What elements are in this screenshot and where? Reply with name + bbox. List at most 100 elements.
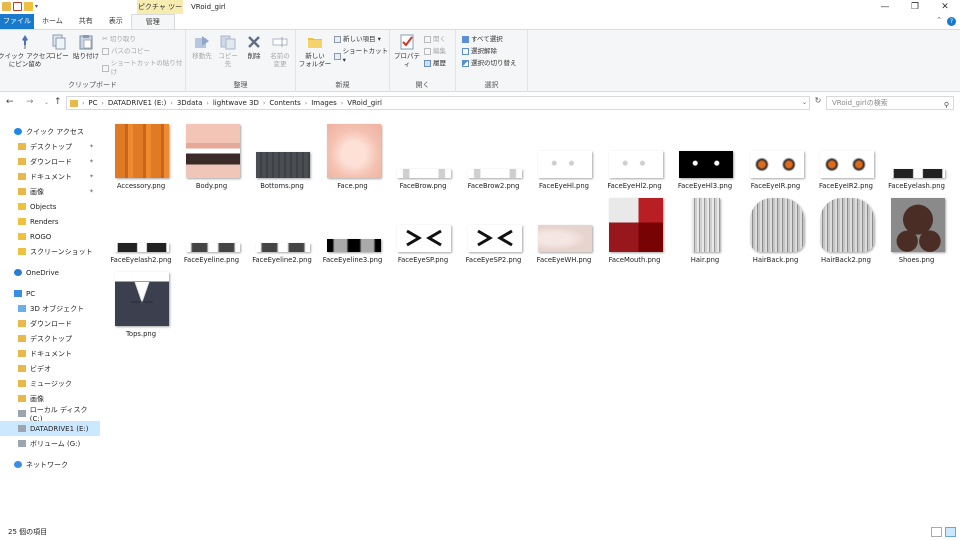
nav-item[interactable]: ボリューム (G:) [0,436,100,451]
copy-path-button[interactable]: パスのコピー [102,47,150,56]
search-input[interactable]: VRoid_girlの検索 [832,99,888,107]
chevron-right-icon[interactable]: › [341,100,343,107]
nav-item[interactable]: ミュージック [0,376,100,391]
breadcrumb-lightwave[interactable]: lightwave 3D [213,99,259,107]
search-icon[interactable]: ⚲ [944,99,949,111]
close-button[interactable]: ✕ [930,0,960,14]
breadcrumb-contents[interactable]: Contents [269,99,301,107]
breadcrumb-vroid-girl[interactable]: VRoid_girl [347,99,382,107]
nav-item[interactable]: 3D オブジェクト [0,301,100,316]
chevron-down-icon[interactable]: ▾ [35,3,38,10]
new-folder-button[interactable]: 新しい フォルダー [299,34,331,68]
pin-icon[interactable]: ✦ [89,173,94,180]
help-icon[interactable]: ? [947,17,956,26]
file-item[interactable]: Accessory.png [106,116,176,190]
new-item-button[interactable]: 新しい項目 ▾ [334,35,381,44]
tab-share[interactable]: 共有 [71,14,101,29]
pin-icon[interactable]: ✦ [89,158,94,165]
nav-item[interactable]: ROGO [0,229,100,244]
nav-item[interactable]: ダウンロード [0,316,100,331]
edit-button[interactable]: 編集 [424,47,446,56]
file-item[interactable]: HairBack.png [741,190,811,264]
chevron-right-icon[interactable]: › [102,100,104,107]
nav-item[interactable]: ローカル ディスク (C:) [0,406,100,423]
tab-view[interactable]: 表示 [101,14,131,29]
chevron-up-icon[interactable]: ⌃ [936,16,942,24]
chevron-down-icon[interactable]: ⌄ [802,99,807,106]
file-item[interactable]: FaceEyeline.png [177,190,247,264]
search-box[interactable]: VRoid_girlの検索 ⚲ [826,96,954,110]
file-item[interactable]: FaceEyelash2.png [106,190,176,264]
tab-home[interactable]: ホーム [34,14,71,29]
file-item[interactable]: FaceBrow2.png [459,116,529,190]
chevron-right-icon[interactable]: › [263,100,265,107]
breadcrumb-3ddata[interactable]: 3Ddata [177,99,203,107]
picture-tools-context-tab[interactable]: ピクチャ ツール [137,0,183,25]
file-item[interactable]: FaceBrow.png [388,116,458,190]
file-item[interactable]: FaceEyelash.png [882,116,952,190]
nav-item[interactable]: Renders [0,214,100,229]
breadcrumb-pc[interactable]: PC [88,99,97,107]
nav-item[interactable]: クイック アクセス [0,124,100,139]
file-item[interactable]: Face.png [318,116,388,190]
file-item[interactable]: FaceEyeWH.png [529,190,599,264]
breadcrumb-datadrive[interactable]: DATADRIVE1 (E:) [108,99,167,107]
large-icons-view-icon[interactable] [945,527,956,537]
minimize-button[interactable]: — [870,0,900,14]
chevron-right-icon[interactable]: › [170,100,172,107]
copy-button[interactable]: コピー [48,34,70,60]
nav-item[interactable]: ドキュメント [0,346,100,361]
address-bar[interactable]: › PC › DATADRIVE1 (E:) › 3Ddata › lightw… [66,96,810,110]
file-item[interactable]: FaceEyeIR2.png [811,116,881,190]
file-item[interactable]: FaceEyeHl3.png [670,116,740,190]
refresh-icon[interactable]: ↻ [812,96,824,108]
delete-button[interactable]: 削除 [244,34,264,60]
file-item[interactable]: Bottoms.png [247,116,317,190]
file-item[interactable]: FaceEyeHl.png [529,116,599,190]
maximize-button[interactable]: ❐ [900,0,930,14]
file-item[interactable]: Body.png [177,116,247,190]
history-button[interactable]: 履歴 [424,59,446,68]
nav-item[interactable]: ドキュメント ✦ [0,169,100,184]
move-to-button[interactable]: 移動先 [190,34,214,60]
select-all-button[interactable]: すべて選択 [462,35,503,44]
file-item[interactable]: Hair.png [670,190,740,264]
forward-arrow-icon[interactable]: → [26,97,34,107]
tab-file[interactable]: ファイル [0,14,34,29]
paste-shortcut-button[interactable]: ショートカットの貼り付け [102,59,185,77]
open-button[interactable]: 開く [424,35,446,44]
nav-item[interactable]: PC [0,286,100,301]
file-item[interactable]: FaceMouth.png [600,190,670,264]
properties-icon[interactable] [13,2,22,11]
nav-item[interactable]: ビデオ [0,361,100,376]
cut-button[interactable]: ✂ 切り取り [102,35,136,44]
file-item[interactable]: FaceEyeIR.png [741,116,811,190]
nav-item[interactable]: スクリーンショット [0,244,100,259]
nav-item[interactable]: DATADRIVE1 (E:) [0,421,100,436]
new-folder-icon[interactable] [24,2,33,11]
paste-button[interactable]: 貼り付け [72,34,100,60]
details-view-icon[interactable] [931,527,942,537]
shortcut-button[interactable]: ショートカット ▾ [334,47,389,65]
nav-item[interactable]: ネットワーク [0,457,100,472]
file-item[interactable]: FaceEyeSP2.png [459,190,529,264]
nav-item[interactable]: デスクトップ ✦ [0,139,100,154]
pin-to-quick-access-button[interactable]: クイック アクセス にピン留め [0,34,52,68]
nav-item[interactable]: Objects [0,199,100,214]
pin-icon[interactable]: ✦ [89,143,94,150]
file-item[interactable]: Tops.png [106,264,176,338]
file-item[interactable]: FaceEyeline3.png [318,190,388,264]
pin-icon[interactable]: ✦ [89,188,94,195]
properties-button[interactable]: プロパティ [392,34,422,68]
select-none-button[interactable]: 選択解除 [462,47,497,56]
up-arrow-icon[interactable]: ↑ [54,97,62,107]
breadcrumb-images[interactable]: Images [311,99,337,107]
file-item[interactable]: FaceEyeHl2.png [600,116,670,190]
file-item[interactable]: HairBack2.png [811,190,881,264]
back-arrow-icon[interactable]: ← [6,97,14,107]
file-item[interactable]: FaceEyeSP.png [388,190,458,264]
file-item[interactable]: FaceEyeline2.png [247,190,317,264]
recent-dropdown-icon[interactable]: ⌄ [44,99,49,106]
copy-to-button[interactable]: コピー先 [216,34,240,68]
tab-manage[interactable]: 管理 [130,14,175,29]
